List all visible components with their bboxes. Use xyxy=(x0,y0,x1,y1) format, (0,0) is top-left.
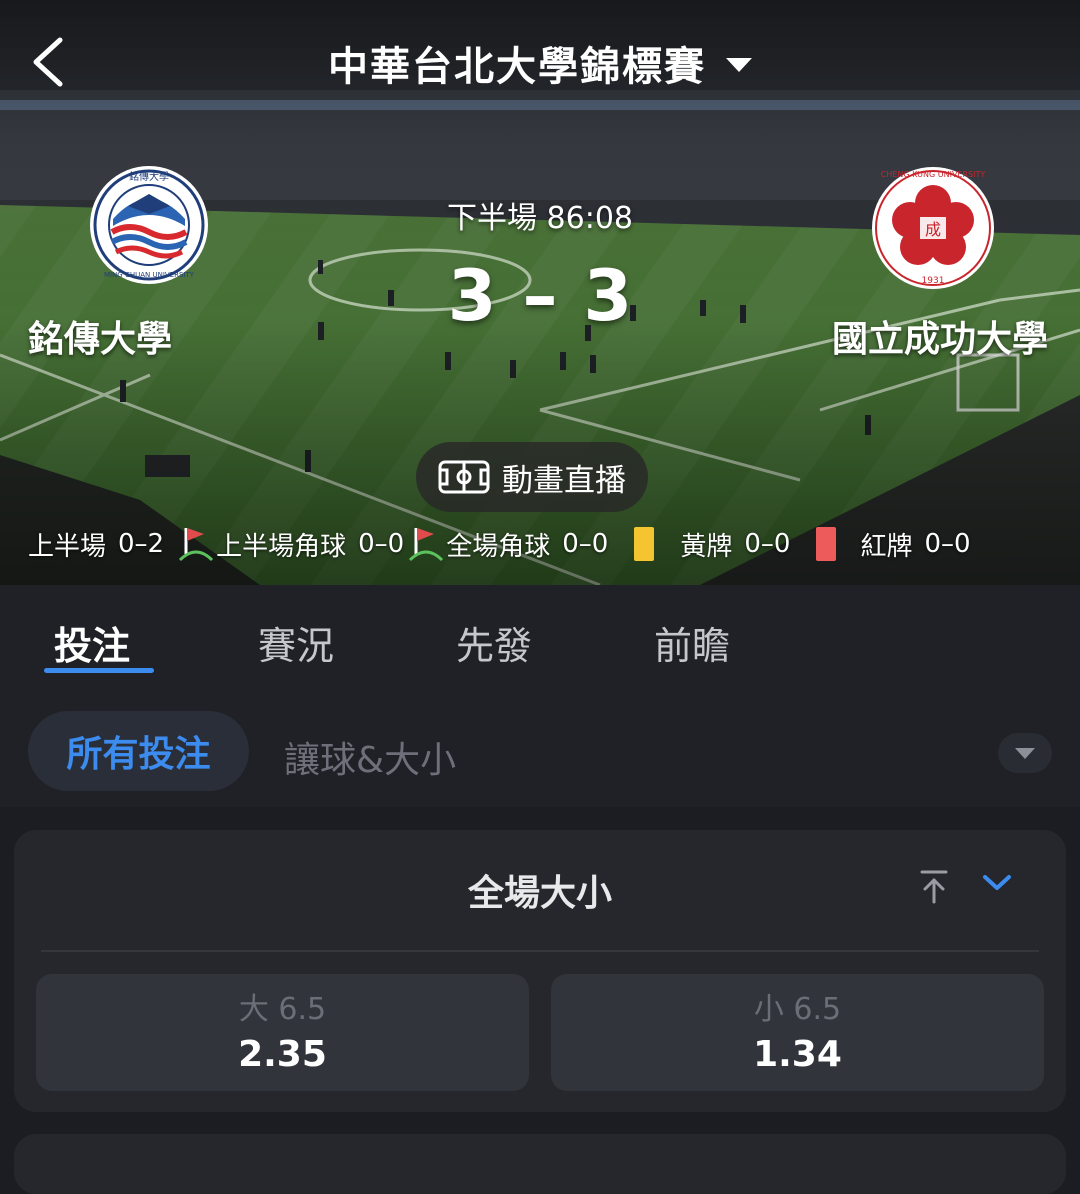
pitch-icon xyxy=(438,460,490,494)
filter-handicap-ou[interactable]: 讓球&大小 xyxy=(284,731,456,783)
stat-value: 0–0 xyxy=(562,529,609,559)
match-hero: 中華台北大學錦標賽 銘傳大學 MING CHUAN UNIVERSITY 成 C… xyxy=(0,0,1080,585)
stat-label: 紅牌 xyxy=(860,531,913,562)
yellow-card-icon xyxy=(634,527,655,561)
stat-full-corners: 全場角球 0–0 xyxy=(446,526,608,563)
match-stats: 上半場 0–2 上半場角球 0–0 全場角球 0–0 黃牌 0–0 紅牌 0–0 xyxy=(28,522,1048,566)
corner-flag-icon xyxy=(409,528,444,562)
live-animation-label: 動畫直播 xyxy=(502,462,626,499)
odd-button-under[interactable]: 小 6.5 1.34 xyxy=(551,974,1044,1091)
stat-label: 上半場角球 xyxy=(216,531,347,562)
odd-line: 大 6.5 xyxy=(238,992,327,1027)
market-card: 全場大小 大 6.5 2.35 小 6.5 1.34 xyxy=(14,830,1066,1112)
stat-value: 0–2 xyxy=(118,529,165,559)
tab-lineup[interactable]: 先發 xyxy=(456,615,532,670)
pin-to-top-icon[interactable] xyxy=(918,868,950,906)
odd-line: 小 6.5 xyxy=(753,992,842,1027)
active-tab-indicator xyxy=(44,668,154,673)
filter-all-bets[interactable]: 所有投注 xyxy=(28,711,249,791)
next-market-card xyxy=(14,1134,1066,1194)
filter-dropdown-button[interactable] xyxy=(998,733,1052,773)
away-score: 3 xyxy=(583,255,633,337)
bet-filter-bar: 所有投注 讓球&大小 xyxy=(0,697,1080,807)
market-divider xyxy=(41,950,1039,952)
caret-down-icon xyxy=(1015,747,1035,759)
odd-price: 1.34 xyxy=(753,1034,842,1075)
home-score: 3 xyxy=(447,255,497,337)
stat-value: 0–0 xyxy=(358,529,405,559)
tab-preview[interactable]: 前瞻 xyxy=(654,615,730,670)
live-animation-button[interactable]: 動畫直播 xyxy=(416,442,648,512)
league-selector[interactable]: 中華台北大學錦標賽 xyxy=(0,30,1080,96)
league-title: 中華台北大學錦標賽 xyxy=(328,44,706,90)
home-logo-cjk: 銘傳大學 xyxy=(129,170,169,183)
stat-red-cards: 紅牌 0–0 xyxy=(860,526,970,563)
stat-label: 上半場 xyxy=(28,531,107,562)
chevron-down-icon[interactable] xyxy=(980,868,1014,898)
stat-yellow-cards: 黃牌 0–0 xyxy=(680,526,790,563)
stat-first-half: 上半場 0–2 xyxy=(28,526,164,563)
scoreboard: 3 – 3 xyxy=(0,255,1080,337)
tab-bets[interactable]: 投注 xyxy=(54,615,130,670)
chevron-down-icon xyxy=(726,58,752,72)
tab-bar: 投注 賽況 先發 前瞻 xyxy=(0,585,1080,697)
score-separator: – xyxy=(522,255,558,337)
stat-first-half-corners: 上半場角球 0–0 xyxy=(216,526,404,563)
red-card-icon xyxy=(816,527,837,561)
market-title: 全場大小 xyxy=(467,873,612,914)
match-clock: 下半場 86:08 xyxy=(447,201,633,236)
odd-button-over[interactable]: 大 6.5 2.35 xyxy=(36,974,529,1091)
tab-match-status[interactable]: 賽況 xyxy=(258,615,334,670)
corner-flag-icon xyxy=(179,528,214,562)
stat-value: 0–0 xyxy=(924,529,971,559)
odd-price: 2.35 xyxy=(238,1034,327,1075)
stat-value: 0–0 xyxy=(744,529,791,559)
stat-label: 全場角球 xyxy=(446,531,551,562)
stat-label: 黃牌 xyxy=(680,531,733,562)
away-logo-text: CHENG KUNG UNIVERSITY xyxy=(881,170,986,179)
